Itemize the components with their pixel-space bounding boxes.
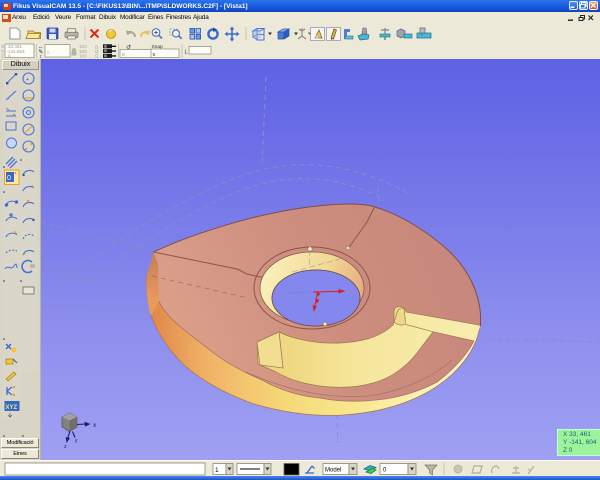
svg-text:L: L bbox=[185, 50, 188, 56]
svg-text:0: 0 bbox=[122, 52, 125, 58]
svg-text:100: 100 bbox=[79, 53, 87, 58]
svg-text:z: z bbox=[64, 444, 67, 450]
svg-text:⊞: ⊞ bbox=[104, 54, 107, 58]
svg-text:+: + bbox=[26, 77, 29, 83]
svg-text:Ω: Ω bbox=[95, 54, 99, 59]
svg-text:XYZ: XYZ bbox=[6, 405, 18, 411]
svg-text:⊞: ⊞ bbox=[104, 44, 107, 48]
svg-text:1: 1 bbox=[215, 467, 219, 474]
svg-text:↺: ↺ bbox=[126, 44, 131, 51]
svg-text:Model: Model bbox=[325, 468, 341, 474]
svg-text:Z: Z bbox=[1, 53, 4, 58]
svg-text:⊞: ⊞ bbox=[104, 49, 107, 53]
svg-text:5: 5 bbox=[153, 52, 156, 58]
svg-text:0: 0 bbox=[7, 175, 11, 182]
svg-text:0: 0 bbox=[8, 53, 11, 58]
svg-text:0: 0 bbox=[47, 50, 50, 55]
svg-text:°: ° bbox=[15, 172, 17, 178]
